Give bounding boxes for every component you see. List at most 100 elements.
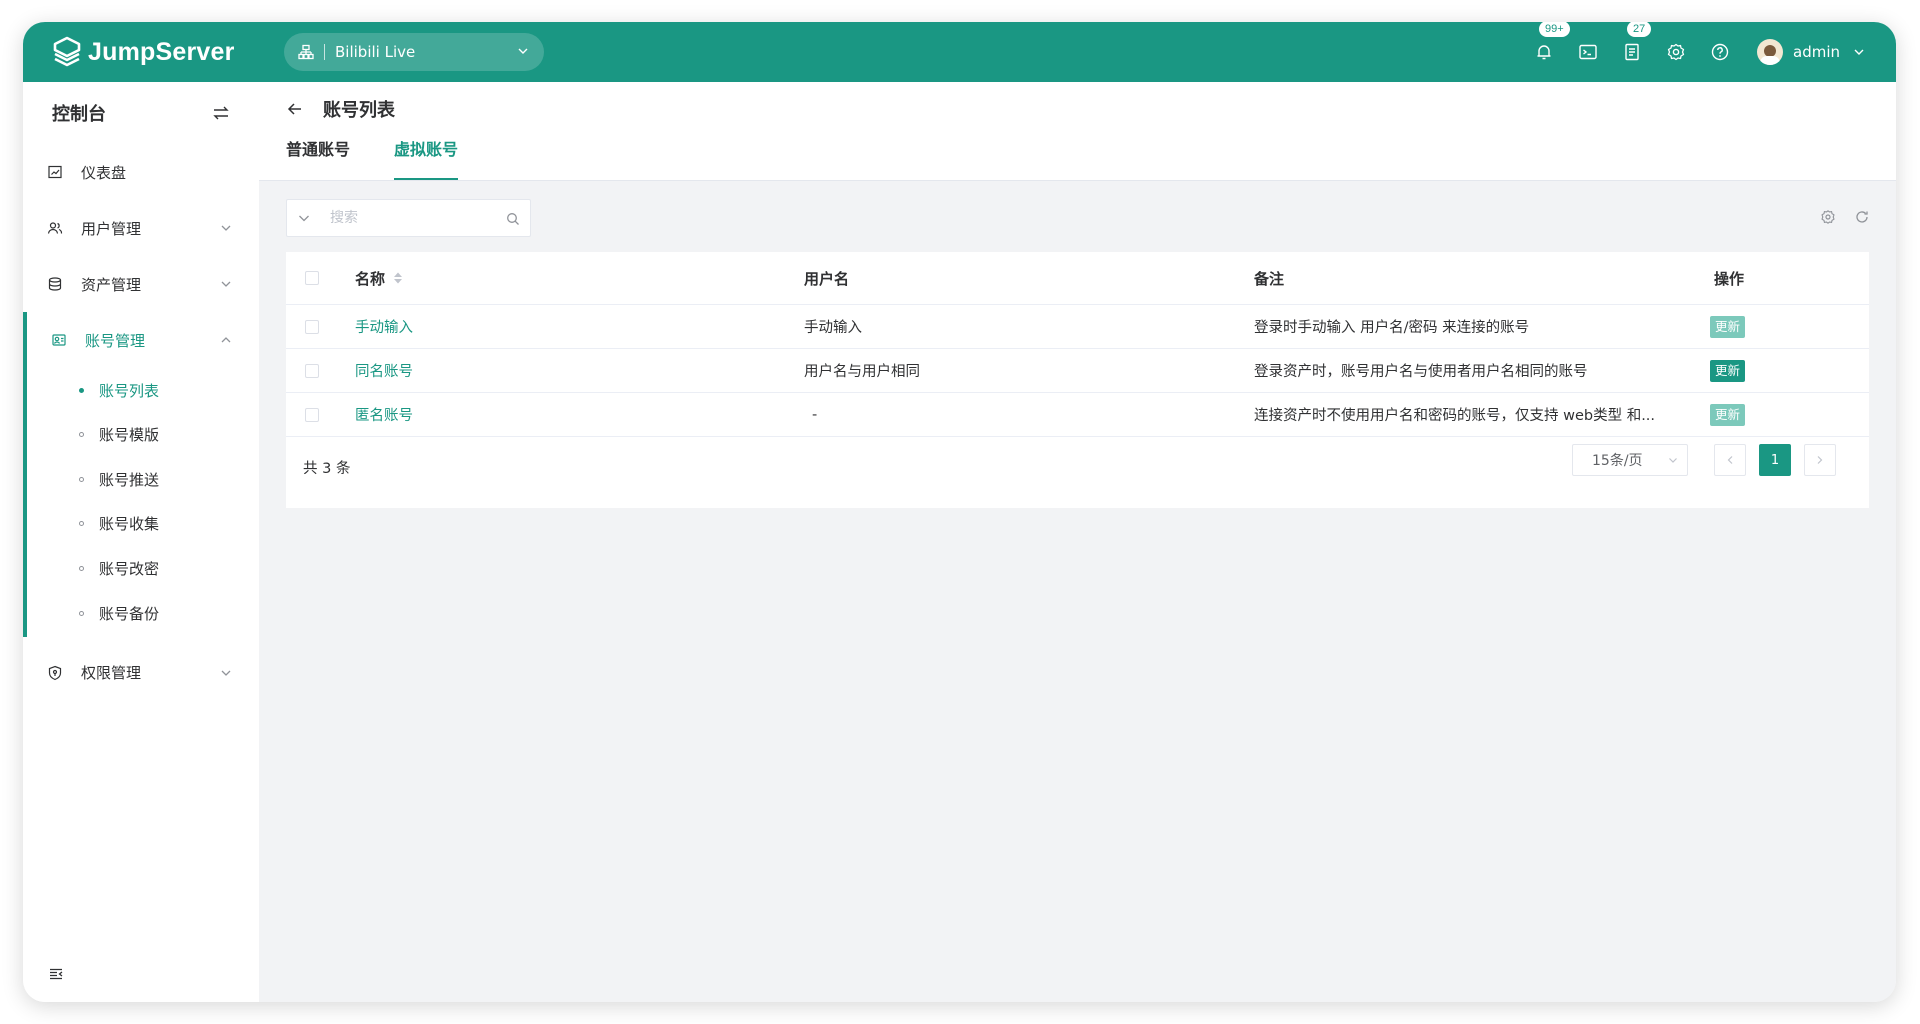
chevron-down-icon xyxy=(1669,458,1677,463)
tab-normal-accounts[interactable]: 普通账号 xyxy=(286,138,350,180)
organization-icon xyxy=(298,44,314,60)
gear-icon xyxy=(1667,43,1685,61)
sidebar-subitem-account-push[interactable]: 账号推送 xyxy=(27,457,259,502)
table-row: 匿名账号 - 连接资产时不使用用户名和密码的账号，仅支持 web类型 和... … xyxy=(286,393,1869,437)
page-number-button[interactable]: 1 xyxy=(1759,444,1791,476)
top-navbar: JumpServer Bilibili Live 99+ 27 admin xyxy=(23,22,1896,82)
sidebar-subitem-label: 账号收集 xyxy=(99,515,160,534)
top-actions: 99+ 27 admin xyxy=(1533,22,1896,82)
row-checkbox[interactable] xyxy=(305,407,319,422)
org-selector[interactable]: Bilibili Live xyxy=(284,33,544,71)
web-terminal-button[interactable] xyxy=(1577,41,1599,63)
jumpserver-logo-icon xyxy=(53,36,81,67)
sidebar-header: 控制台 xyxy=(23,82,259,144)
tickets-button[interactable]: 27 xyxy=(1621,22,1652,63)
sidebar-item-users[interactable]: 用户管理 xyxy=(23,200,259,256)
sidebar-subitem-account-list[interactable]: 账号列表 xyxy=(27,368,259,413)
table-row: 手动输入 手动输入 登录时手动输入 用户名/密码 来连接的账号 更新 xyxy=(286,305,1869,349)
search-icon[interactable] xyxy=(506,212,520,226)
select-all-checkbox[interactable] xyxy=(305,271,319,285)
sidebar-item-assets[interactable]: 资产管理 xyxy=(23,256,259,312)
account-note: 登录资产时，账号用户名与使用者用户名相同的账号 xyxy=(1254,364,1588,380)
update-button[interactable]: 更新 xyxy=(1710,403,1746,426)
username: admin xyxy=(1793,43,1840,61)
account-note: 连接资产时不使用用户名和密码的账号，仅支持 web类型 和... xyxy=(1254,408,1656,424)
pagination: 1 xyxy=(1714,444,1849,476)
account-username: 手动输入 xyxy=(804,320,862,336)
chevron-down-icon xyxy=(221,281,231,287)
column-actions: 操作 xyxy=(1714,269,1745,288)
sidebar-item-permissions[interactable]: 权限管理 xyxy=(23,645,259,701)
page-size-select[interactable]: 15条/页 xyxy=(1572,444,1688,476)
sidebar-subitem-label: 账号模版 xyxy=(99,426,160,445)
sidebar-subitem-account-gather[interactable]: 账号收集 xyxy=(27,502,259,547)
dashboard-icon xyxy=(48,165,62,179)
page-title: 账号列表 xyxy=(323,100,395,121)
update-button[interactable]: 更新 xyxy=(1710,359,1746,382)
settings-button[interactable] xyxy=(1665,41,1687,63)
bullet-icon xyxy=(79,521,84,527)
sidebar-item-dashboard[interactable]: 仪表盘 xyxy=(23,144,259,200)
sidebar-subitem-label: 账号改密 xyxy=(99,559,160,578)
column-name[interactable]: 名称 xyxy=(355,268,385,289)
update-button[interactable]: 更新 xyxy=(1710,315,1746,338)
sort-icon[interactable] xyxy=(392,271,404,285)
sidebar: 控制台 仪表盘 用户管理 资产管理 账号管理 账号列表 账号模版 账号推送 账号… xyxy=(23,82,260,1002)
chevron-down-icon xyxy=(221,670,231,676)
sidebar-item-accounts[interactable]: 账号管理 xyxy=(27,312,259,368)
chevron-left-icon xyxy=(1727,456,1733,464)
account-name-link[interactable]: 手动输入 xyxy=(355,316,804,337)
help-button[interactable] xyxy=(1709,41,1731,63)
column-note: 备注 xyxy=(1254,269,1285,288)
sidebar-subitem-label: 账号备份 xyxy=(99,605,160,623)
account-note: 登录时手动输入 用户名/密码 来连接的账号 xyxy=(1254,320,1530,336)
account-tabs: 普通账号 虚拟账号 xyxy=(286,138,502,180)
chevron-down-icon xyxy=(221,225,231,231)
table-footer: 共 3 条 15条/页 1 xyxy=(286,442,1869,492)
collapse-sidebar-icon[interactable] xyxy=(48,966,64,982)
next-page-button[interactable] xyxy=(1804,444,1836,476)
assets-icon xyxy=(48,277,62,291)
chevron-down-icon[interactable] xyxy=(297,211,311,225)
table-settings-icon[interactable] xyxy=(1820,209,1836,225)
page-size-value: 15条/页 xyxy=(1592,453,1643,469)
account-name-link[interactable]: 匿名账号 xyxy=(355,404,804,425)
prev-page-button[interactable] xyxy=(1714,444,1746,476)
account-username: 用户名与用户相同 xyxy=(804,364,920,380)
accounts-icon xyxy=(52,334,66,346)
chevron-right-icon xyxy=(1817,456,1823,464)
account-username: - xyxy=(812,406,818,423)
refresh-icon[interactable] xyxy=(1854,209,1870,225)
users-icon xyxy=(47,222,63,234)
sidebar-item-label: 仪表盘 xyxy=(81,163,127,182)
notifications-badge: 99+ xyxy=(1539,22,1570,37)
row-checkbox[interactable] xyxy=(305,319,319,334)
bullet-icon xyxy=(79,565,84,571)
org-name: Bilibili Live xyxy=(335,43,416,61)
switch-view-icon[interactable] xyxy=(211,103,231,123)
sidebar-subitem-label: 账号推送 xyxy=(99,470,160,489)
page-header: 账号列表 普通账号 虚拟账号 xyxy=(259,82,1896,181)
chevron-up-icon xyxy=(221,337,231,343)
column-username: 用户名 xyxy=(804,269,850,288)
search-input[interactable] xyxy=(328,209,492,227)
search-bar xyxy=(286,199,531,237)
sidebar-subitem-label: 账号列表 xyxy=(99,381,160,400)
user-menu[interactable]: admin xyxy=(1757,39,1866,65)
tab-virtual-accounts[interactable]: 虚拟账号 xyxy=(394,138,459,180)
main-content: 账号列表 普通账号 虚拟账号 名称 用户名 备注 xyxy=(259,82,1896,1002)
sidebar-subitem-account-backup[interactable]: 账号备份 xyxy=(27,591,259,637)
row-checkbox[interactable] xyxy=(305,363,319,378)
notifications-button[interactable]: 99+ xyxy=(1533,22,1570,63)
sidebar-subitem-account-template[interactable]: 账号模版 xyxy=(27,413,259,458)
ticket-icon xyxy=(1625,43,1639,61)
brand-name: JumpServer xyxy=(88,37,235,66)
back-arrow-icon[interactable] xyxy=(285,99,305,119)
account-name-link[interactable]: 同名账号 xyxy=(355,360,804,381)
total-count: 共 3 条 xyxy=(303,461,351,477)
chevron-down-icon xyxy=(518,48,528,54)
sidebar-subitem-change-secret[interactable]: 账号改密 xyxy=(27,546,259,591)
org-divider xyxy=(324,44,325,60)
sidebar-item-label: 账号管理 xyxy=(85,331,146,350)
logo[interactable]: JumpServer xyxy=(51,36,260,68)
